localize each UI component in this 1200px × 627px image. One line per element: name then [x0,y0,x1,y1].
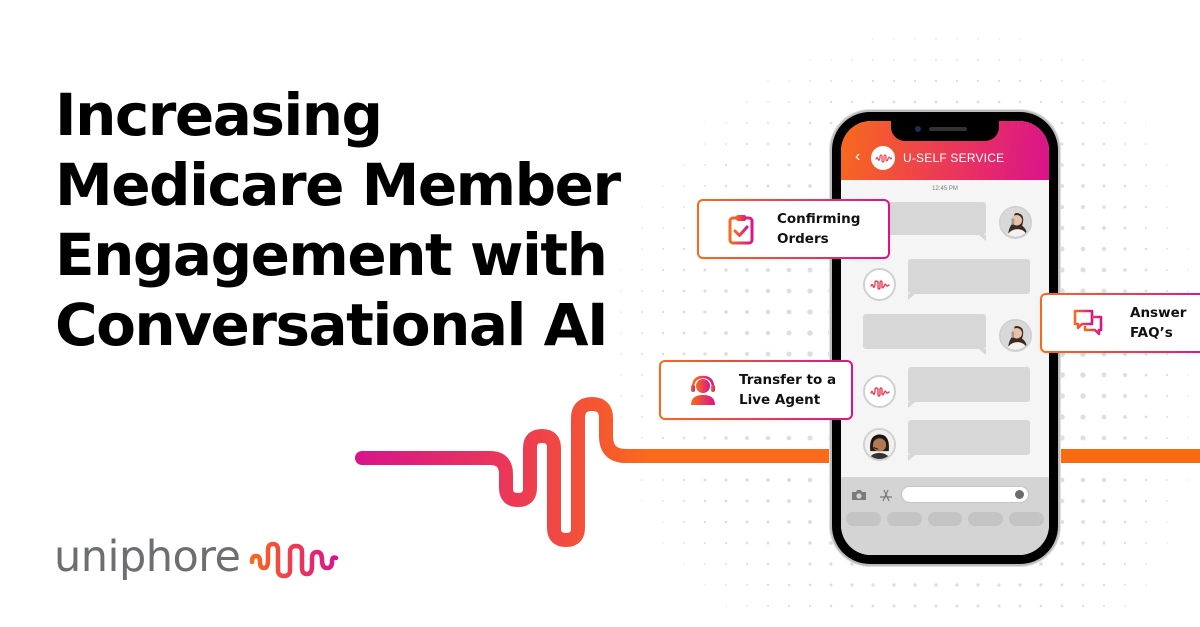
user-avatar [999,319,1032,352]
card-label: Confirming Orders [777,211,861,247]
card-answer-faqs: Answer FAQ’s [1040,293,1200,353]
headset-agent-icon [691,375,715,405]
chevron-left-icon[interactable]: ‹ [855,148,860,166]
microphone-icon[interactable] [1015,490,1024,499]
message-bubble-agent [908,420,1030,461]
card-label: Transfer to a Live Agent [739,372,837,408]
message-input[interactable] [901,486,1029,503]
page-headline: Increasing Medicare Member Engagement wi… [55,80,621,360]
quick-reply-key[interactable] [886,512,922,526]
uniphore-wave-icon [874,154,892,163]
message-bubble-bot [908,259,1030,300]
card-label: Answer FAQ’s [1130,305,1187,341]
chat-bubbles-icon [1073,309,1103,336]
bot-avatar [863,375,896,408]
message-bubble-bot [908,367,1030,408]
logo-wordmark: uniphore [54,532,241,582]
quick-reply-key[interactable] [846,512,881,526]
quick-reply-keys [846,512,1044,526]
chat-input-bar [841,477,1049,555]
chat-title: U-SELF SERVICE [903,151,1005,165]
headline-line-1: Increasing [55,81,383,149]
chat-timestamp: 12:45 PM [932,186,958,192]
uniphore-wave-icon [869,279,890,290]
agent-avatar [863,428,896,461]
wave-path-left [355,397,847,547]
message-bubble-user [885,202,986,241]
quick-reply-key[interactable] [927,512,963,526]
quick-reply-key[interactable] [968,512,1004,526]
user-avatar [999,206,1032,239]
uniphore-logo: uniphore [54,527,341,587]
bot-avatar [863,268,896,301]
phone-screen: ‹ U-SELF SERVICE 12:45 PM [841,121,1049,555]
brand-avatar [871,146,895,170]
headline-line-3: Engagement with [55,221,608,289]
logo-wave-icon [249,541,338,579]
headline-line-4: Conversational AI [55,291,609,359]
camera-icon[interactable] [851,489,867,501]
app-store-icon[interactable] [879,488,893,502]
clipboard-check-icon [728,215,754,245]
card-confirming-orders: Confirming Orders [697,199,890,259]
headline-line-2: Medicare Member [55,151,621,219]
phone-notch [891,121,999,141]
phone-mockup: ‹ U-SELF SERVICE 12:45 PM [832,112,1058,564]
quick-reply-key[interactable] [1009,512,1044,526]
uniphore-wave-icon [869,386,890,397]
message-bubble-user [863,314,986,355]
card-transfer-live-agent: Transfer to a Live Agent [659,360,853,420]
